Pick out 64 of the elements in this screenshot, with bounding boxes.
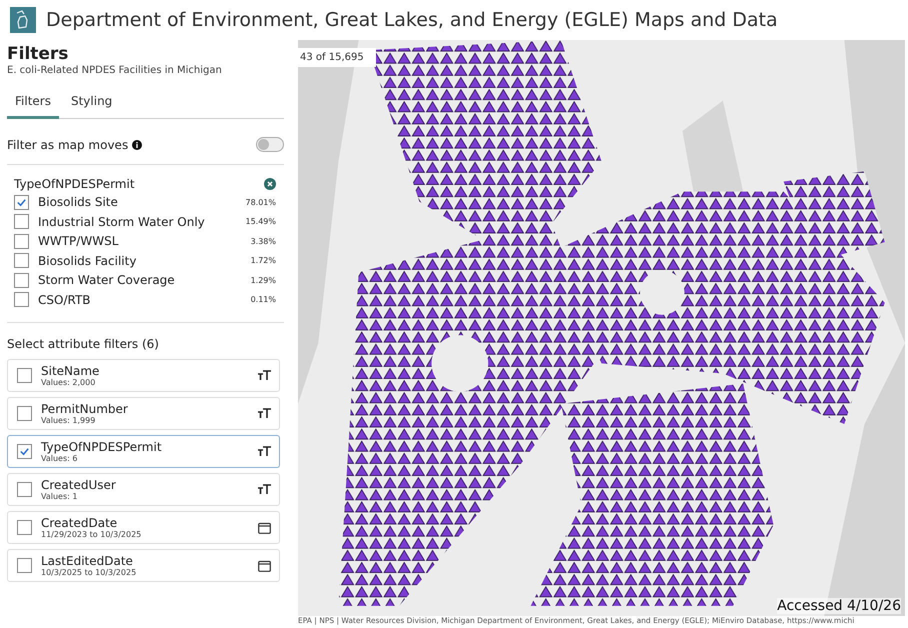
checkbox[interactable]: [17, 444, 32, 459]
checkbox[interactable]: [14, 234, 29, 249]
attribute-name: CreatedUser: [41, 478, 117, 492]
toggle-label: Filter as map moves: [7, 138, 128, 152]
calendar-icon: [258, 522, 271, 534]
text-type-icon: [258, 408, 271, 419]
attribute-name: CreatedDate: [41, 516, 118, 530]
checkmark-icon: [16, 196, 27, 208]
section-title: Select attribute filters (6): [7, 337, 160, 351]
panel-title: Filters: [7, 44, 70, 64]
panel-subtitle: E. coli-Related NPDES Facilities in Michigan: [7, 65, 223, 76]
attribute-detail: Values: 2,000: [41, 378, 96, 387]
attribute-card[interactable]: LastEditedDate 10/3/2025 to 10/3/2025: [7, 549, 280, 582]
access-note: Accessed 4/10/26: [777, 598, 901, 614]
option-label: Industrial Storm Water Only: [38, 214, 206, 229]
attribute-card[interactable]: CreatedDate 11/29/2023 to 10/3/2025: [7, 511, 280, 544]
checkbox[interactable]: [17, 558, 32, 573]
checkbox[interactable]: [17, 482, 32, 497]
attribute-card[interactable]: CreatedUser Values: 1: [7, 473, 280, 506]
attribute-name: LastEditedDate: [41, 554, 134, 568]
text-type-icon: [258, 370, 271, 381]
tab[interactable]: Filters: [7, 90, 59, 119]
option-share: 1.29%: [250, 276, 276, 285]
checkbox[interactable]: [14, 253, 29, 268]
feature-count: 43 of 15,695: [298, 48, 376, 67]
checkmark-icon: [19, 446, 30, 457]
clear-icon[interactable]: [264, 178, 276, 190]
tab[interactable]: Styling: [62, 90, 120, 119]
option-share: 1.72%: [250, 256, 276, 266]
attribute-detail: 10/3/2025 to 10/3/2025: [41, 568, 138, 577]
info-icon: [132, 140, 142, 150]
page-title: Department of Environment, Great Lakes, and Energy (EGLE) Maps and Data: [46, 9, 778, 31]
text-type-icon: [258, 484, 271, 495]
checkbox[interactable]: [14, 272, 29, 288]
attribute-name: TypeOfNPDESPermit: [41, 440, 163, 454]
attribute-card[interactable]: PermitNumber Values: 1,999: [7, 397, 280, 430]
option-share: 15.49%: [245, 217, 276, 226]
checkbox[interactable]: [14, 214, 29, 230]
checkbox[interactable]: [17, 368, 32, 383]
michigan-logo: [10, 7, 36, 33]
text-type-icon: [258, 446, 271, 457]
attribute-card[interactable]: TypeOfNPDESPermit Values: 6: [7, 435, 280, 468]
checkbox[interactable]: [17, 520, 32, 535]
attribute-card[interactable]: SiteName Values: 2,000: [7, 359, 280, 392]
option-share: 3.38%: [250, 236, 276, 246]
option-share: 0.11%: [250, 295, 276, 304]
option-label: CSO/RTB: [38, 292, 92, 307]
calendar-icon: [258, 560, 271, 572]
checkbox[interactable]: [14, 292, 29, 308]
option-label: Biosolids Site: [38, 195, 119, 210]
option-label: Biosolids Facility: [38, 254, 138, 268]
checkbox[interactable]: [14, 194, 29, 210]
attribute-name: PermitNumber: [41, 402, 129, 416]
attribute-detail: Values: 1,999: [41, 416, 96, 425]
option-label: WWTP/WWSL: [38, 234, 120, 248]
option-label: Storm Water Coverage: [38, 273, 176, 288]
attribute-detail: 11/29/2023 to 10/3/2025: [41, 530, 142, 539]
attribute-detail: Values: 1: [41, 492, 78, 501]
option-share: 78.01%: [245, 198, 276, 207]
attribute-detail: Values: 6: [41, 454, 78, 463]
checkbox[interactable]: [17, 406, 32, 421]
toggle-switch[interactable]: [256, 137, 284, 152]
filter-title: TypeOfNPDESPermit: [14, 177, 135, 191]
attribute-name: SiteName: [41, 364, 100, 378]
